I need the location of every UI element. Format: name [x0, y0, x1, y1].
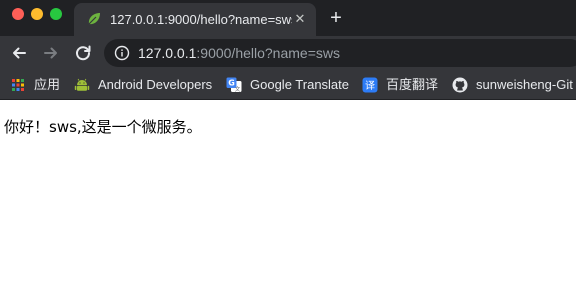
- android-icon: [74, 78, 90, 91]
- bookmark-label: Android Developers: [98, 77, 213, 92]
- apps-grid-icon: [12, 79, 24, 91]
- github-icon: [452, 77, 468, 93]
- url-path: :9000/hello?name=sws: [196, 45, 340, 61]
- bookmark-label: sunweisheng-Git: [476, 77, 573, 92]
- page-content: 你好！sws,这是一个微服务。: [0, 100, 576, 302]
- tab-title: 127.0.0.1:9000/hello?name=sws: [110, 12, 292, 27]
- svg-text:译: 译: [365, 80, 375, 92]
- bookmark-label: Google Translate: [250, 77, 350, 92]
- bookmark-label: 百度翻译: [386, 77, 439, 92]
- window-close-button[interactable]: [12, 8, 24, 20]
- window-maximize-button[interactable]: [50, 8, 62, 20]
- bookmark-google-translate[interactable]: G 文 Google Translate: [226, 76, 349, 94]
- svg-text:文: 文: [235, 85, 241, 93]
- bookmark-github[interactable]: sunweisheng-Git: [452, 76, 573, 94]
- baidu-translate-icon: 译: [362, 77, 378, 93]
- window-minimize-button[interactable]: [31, 8, 43, 20]
- browser-tab[interactable]: 127.0.0.1:9000/hello?name=sws ✕: [74, 3, 316, 36]
- bookmark-label: 应用: [34, 77, 61, 92]
- bookmarks-bar: 应用 Android Developers G 文 Google Transla…: [0, 70, 576, 100]
- address-bar[interactable]: 127.0.0.1:9000/hello?name=sws: [104, 39, 576, 67]
- bookmark-android-developers[interactable]: Android Developers: [74, 76, 212, 94]
- back-arrow-icon[interactable]: [8, 42, 30, 64]
- bookmark-baidu-translate[interactable]: 译 百度翻译: [362, 76, 438, 94]
- url-text[interactable]: 127.0.0.1:9000/hello?name=sws: [138, 45, 340, 62]
- info-icon[interactable]: [114, 45, 130, 61]
- reload-icon[interactable]: [72, 42, 94, 64]
- translate-icon: G 文: [226, 77, 242, 93]
- new-tab-button[interactable]: +: [326, 8, 346, 28]
- page-body-text: 你好！sws,这是一个微服务。: [4, 118, 202, 136]
- browser-toolbar: 127.0.0.1:9000/hello?name=sws: [0, 36, 576, 70]
- tab-close-icon[interactable]: ✕: [291, 10, 309, 28]
- bookmark-apps[interactable]: 应用: [10, 76, 60, 94]
- leaf-icon: [88, 13, 100, 25]
- tab-strip: 127.0.0.1:9000/hello?name=sws ✕ +: [0, 0, 576, 36]
- forward-arrow-icon[interactable]: [40, 42, 62, 64]
- url-host: 127.0.0.1: [138, 45, 197, 61]
